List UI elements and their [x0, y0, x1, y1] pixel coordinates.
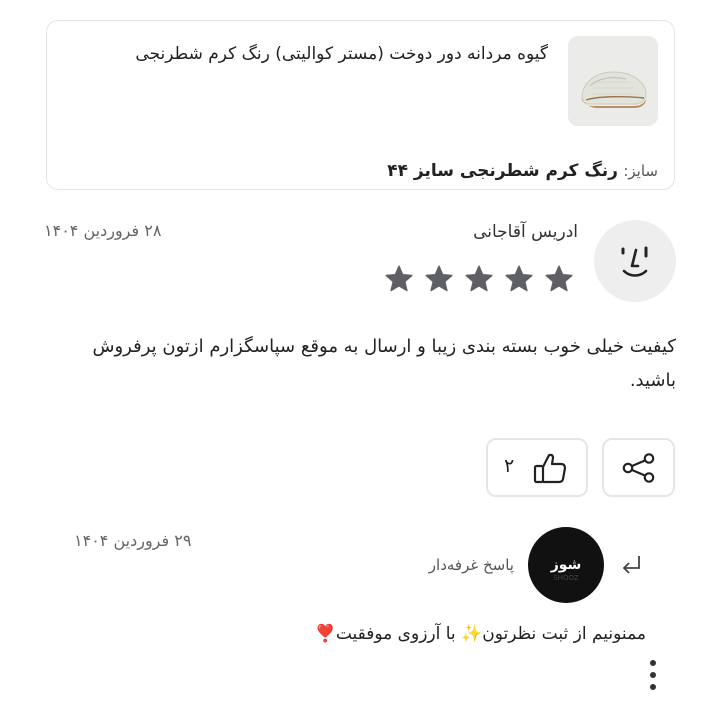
share-icon: [622, 453, 655, 483]
product-thumbnail[interactable]: [568, 36, 658, 126]
product-size: سایز: رنگ کرم شطرنجی سایز ۴۴: [387, 159, 658, 183]
star-icon: [464, 264, 494, 294]
star-rating: [384, 264, 574, 296]
review-text: کیفیت خیلی خوب بسته بندی زیبا و ارسال به…: [92, 336, 676, 391]
reply-date: ۲۹ فروردین ۱۴۰۴: [74, 531, 192, 550]
espadrille-shoe-image: [568, 36, 658, 126]
product-title[interactable]: گیوه مردانه دور دوخت (مستر کوالیتی) رنگ …: [98, 37, 548, 71]
reply-arrow-icon: [620, 553, 642, 579]
star-icon: [544, 264, 574, 294]
share-button[interactable]: [602, 438, 675, 497]
smiley-face-icon: [621, 246, 648, 277]
product-card[interactable]: گیوه مردانه دور دوخت (مستر کوالیتی) رنگ …: [46, 20, 675, 190]
size-value: رنگ کرم شطرنجی سایز ۴۴: [387, 161, 618, 181]
seller-reply-label: پاسخ غرفه‌دار: [428, 556, 514, 574]
star-icon: [384, 264, 414, 294]
star-icon: [424, 264, 454, 294]
reply-text: ممنونیم از ثبت نظرتون✨ با آرزوی موفقیت❣️: [314, 624, 646, 644]
size-label: سایز:: [623, 162, 658, 180]
review-date: ۲۸ فروردین ۱۴۰۴: [44, 221, 162, 240]
like-button[interactable]: ۲: [486, 438, 588, 497]
like-count: ۲: [504, 455, 515, 477]
reviewer-avatar: [594, 220, 676, 302]
seller-logo-sub: SHOOZ: [553, 574, 579, 582]
seller-logo-text: شوز: [550, 557, 582, 573]
more-vertical-icon[interactable]: [642, 656, 664, 694]
thumbs-up-icon: [533, 453, 567, 484]
star-icon: [504, 264, 534, 294]
reviewer-name: ادریس آقاجانی: [473, 222, 578, 242]
seller-logo: شوز SHOOZ: [528, 527, 604, 603]
